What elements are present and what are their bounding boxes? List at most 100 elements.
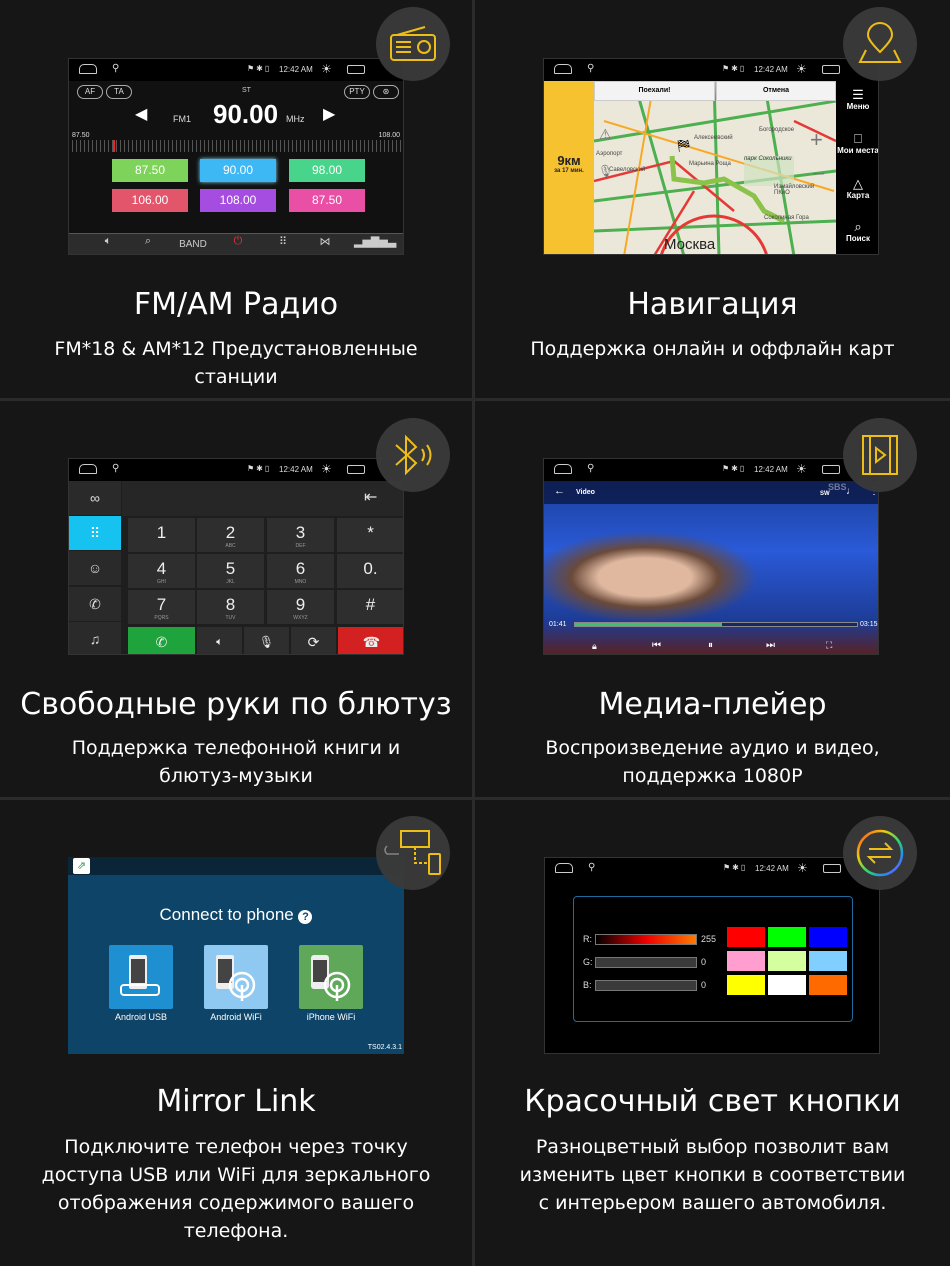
af-button[interactable]: AF bbox=[77, 85, 103, 99]
sidebar-item-contacts[interactable]: ☺ bbox=[69, 551, 121, 585]
recent-apps-icon[interactable] bbox=[822, 65, 840, 74]
color-swatch[interactable] bbox=[809, 927, 847, 947]
dial-key[interactable]: # bbox=[337, 590, 403, 624]
help-icon[interactable]: ? bbox=[298, 910, 313, 924]
switch-button[interactable]: ⟳ bbox=[291, 627, 336, 654]
color-swatch[interactable] bbox=[768, 927, 806, 947]
status-icons: ⚑✱▯ bbox=[722, 64, 747, 73]
music-icon[interactable]: ♩ bbox=[846, 486, 856, 497]
dial-key[interactable]: * bbox=[337, 518, 403, 552]
dial-key[interactable]: 2 ABC bbox=[197, 518, 264, 552]
my-places-button[interactable]: ⎕ Мои места bbox=[836, 131, 878, 156]
dial-key[interactable]: 3 DEF bbox=[267, 518, 334, 552]
back-icon[interactable]: ← bbox=[554, 485, 565, 497]
zoom-in-button[interactable]: + bbox=[810, 127, 823, 153]
prev-station-button[interactable]: ◀ bbox=[135, 104, 147, 124]
hangup-button[interactable]: ☎ bbox=[338, 627, 403, 654]
search-icon[interactable]: ⌕ bbox=[133, 235, 163, 248]
map-label: Аэропорт bbox=[596, 151, 623, 157]
brightness-icon[interactable]: ☀ bbox=[797, 861, 808, 875]
sidebar-item-dialpad[interactable]: ⠿ bbox=[69, 516, 121, 550]
android-usb-button[interactable] bbox=[109, 945, 173, 1009]
home-icon[interactable] bbox=[79, 64, 97, 74]
preset-button[interactable]: 90.00 bbox=[200, 159, 276, 182]
speaker-button[interactable]: 🔈︎ bbox=[197, 627, 242, 654]
color-swatch[interactable] bbox=[809, 975, 847, 995]
backspace-button[interactable]: ⇤ bbox=[364, 487, 377, 507]
brightness-icon[interactable]: ☀ bbox=[796, 62, 807, 76]
color-swatch[interactable] bbox=[727, 951, 765, 971]
dial-key[interactable]: 8 TUV bbox=[197, 590, 264, 624]
number-display[interactable] bbox=[122, 481, 403, 516]
menu-button[interactable]: ☰ Меню bbox=[836, 87, 878, 112]
recent-apps-icon[interactable] bbox=[347, 65, 365, 74]
color-swatch[interactable] bbox=[727, 975, 765, 995]
mute-button[interactable]: 🎙︎ bbox=[244, 627, 289, 654]
radio-badge bbox=[376, 7, 450, 81]
recent-apps-icon[interactable] bbox=[347, 465, 365, 474]
lock-icon[interactable]: 🔒︎ bbox=[592, 641, 597, 652]
previous-icon[interactable]: ⏮︎ bbox=[652, 640, 661, 651]
recent-apps-icon[interactable] bbox=[823, 864, 841, 873]
preset-button[interactable]: 106.00 bbox=[112, 189, 188, 212]
go-button[interactable]: Поехали! bbox=[594, 81, 715, 101]
preset-button[interactable]: 87.50 bbox=[112, 159, 188, 182]
home-icon[interactable] bbox=[554, 64, 572, 74]
power-icon[interactable]: ⏻ bbox=[223, 235, 253, 248]
equalizer-icon[interactable]: ▂▅▇▅▃ bbox=[354, 235, 396, 248]
dial-key[interactable]: 5 JKL bbox=[197, 554, 264, 588]
color-swatch[interactable] bbox=[727, 927, 765, 947]
preset-button[interactable]: 87.50 bbox=[289, 189, 365, 212]
iphone-wifi-button[interactable] bbox=[299, 945, 363, 1009]
call-button[interactable]: ✆ bbox=[128, 627, 195, 654]
brightness-icon[interactable]: ☀ bbox=[321, 462, 332, 476]
brightness-icon[interactable]: ☀ bbox=[796, 462, 807, 476]
dial-key[interactable]: 9 WXYZ bbox=[267, 590, 334, 624]
home-icon[interactable] bbox=[554, 464, 572, 474]
presets-grid-icon[interactable]: ⠿ bbox=[268, 235, 298, 248]
pty-button[interactable]: PTY bbox=[344, 85, 370, 99]
mirror-app-icon[interactable]: ⇗ bbox=[73, 858, 90, 874]
loudness-icon[interactable]: ⋈ bbox=[310, 235, 340, 248]
rds-button[interactable]: ⊛ bbox=[373, 85, 399, 99]
cancel-button[interactable]: Отмена bbox=[716, 81, 836, 101]
dial-key[interactable]: 4 GHI bbox=[128, 554, 195, 588]
video-frame[interactable] bbox=[544, 481, 878, 654]
fullscreen-icon[interactable]: ⛶ bbox=[826, 640, 832, 651]
preset-button[interactable]: 98.00 bbox=[289, 159, 365, 182]
recent-apps-icon[interactable] bbox=[822, 465, 840, 474]
android-wifi-button[interactable] bbox=[204, 945, 268, 1009]
map-button[interactable]: △ Карта bbox=[836, 176, 878, 201]
dial-key[interactable]: 7 PQRS bbox=[128, 590, 195, 624]
home-icon[interactable] bbox=[555, 863, 573, 873]
brightness-icon[interactable]: ☀ bbox=[321, 62, 332, 76]
color-swatch[interactable] bbox=[768, 975, 806, 995]
color-swatch[interactable] bbox=[768, 951, 806, 971]
band-button[interactable]: BAND bbox=[173, 239, 213, 250]
sidebar-item-link[interactable]: ∞ bbox=[69, 481, 121, 515]
color-swatch[interactable] bbox=[809, 951, 847, 971]
blue-slider[interactable] bbox=[595, 980, 697, 991]
dial-key[interactable]: 0. bbox=[337, 554, 403, 588]
map[interactable]: Москва парк Сокольники Богородское Измай… bbox=[594, 81, 836, 254]
ta-button[interactable]: TA bbox=[106, 85, 132, 99]
sidebar-item-music[interactable]: ♫ bbox=[69, 622, 121, 654]
next-station-button[interactable]: ▶ bbox=[323, 104, 335, 124]
dial-key[interactable]: 6 MNO bbox=[267, 554, 334, 588]
zoom-out-button[interactable]: − bbox=[812, 161, 825, 187]
green-slider[interactable] bbox=[595, 957, 697, 968]
microphone-icon[interactable]: 🎙︎ bbox=[598, 164, 613, 178]
volume-icon[interactable]: 🔈︎ bbox=[93, 235, 123, 248]
dial-key[interactable]: 1 bbox=[128, 518, 195, 552]
tuning-scale[interactable] bbox=[72, 140, 402, 152]
search-button[interactable]: ⌕ Поиск bbox=[836, 219, 878, 244]
preset-button[interactable]: 108.00 bbox=[200, 189, 276, 212]
sidebar-item-call-log[interactable]: ✆ bbox=[69, 587, 121, 621]
home-icon[interactable] bbox=[79, 464, 97, 474]
tuning-needle[interactable] bbox=[113, 140, 115, 152]
progress-bar[interactable] bbox=[574, 622, 858, 627]
warning-icon[interactable]: ⚠ bbox=[599, 126, 612, 143]
red-slider[interactable] bbox=[595, 934, 697, 945]
pause-icon[interactable]: ⏸︎ bbox=[708, 640, 713, 651]
next-icon[interactable]: ⏭︎ bbox=[766, 640, 775, 651]
